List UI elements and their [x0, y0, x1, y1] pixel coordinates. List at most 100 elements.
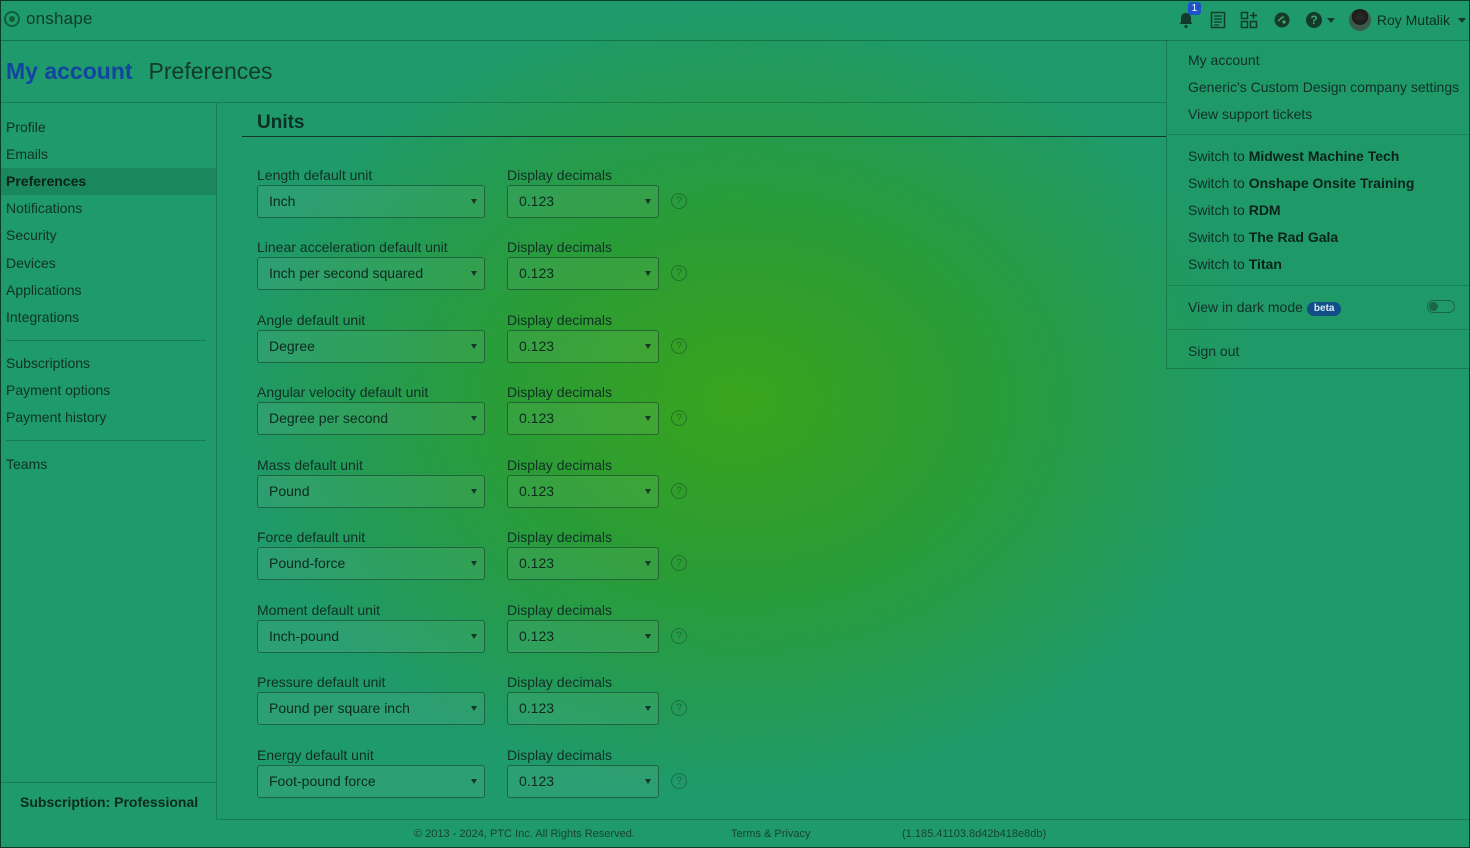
mass-decimals-select[interactable]: 0.123	[507, 475, 659, 508]
help-icon[interactable]: ?	[1303, 9, 1325, 31]
unit-label: Length default unit	[257, 167, 373, 183]
document-list-icon[interactable]	[1207, 9, 1229, 31]
decimals-label: Display decimals	[507, 602, 613, 618]
linear-acceleration-unit-select[interactable]: Inch per second squared	[257, 257, 485, 290]
decimals-label: Display decimals	[507, 312, 613, 328]
decimals-label: Display decimals	[507, 167, 613, 183]
dropdown-arrow-icon	[645, 561, 651, 566]
unit-label: Energy default unit	[257, 747, 374, 763]
help-icon[interactable]: ?	[671, 193, 687, 209]
help-icon[interactable]: ?	[671, 410, 687, 426]
dropdown-arrow-icon	[645, 271, 651, 276]
page-header: My account Preferences	[6, 58, 273, 85]
menu-item-switch-titan[interactable]: Switch to Titan	[1188, 256, 1282, 272]
menu-item-switch-onsite-training[interactable]: Switch to Onshape Onsite Training	[1188, 175, 1414, 191]
onshape-logo-icon	[4, 11, 20, 27]
menu-item-switch-midwest[interactable]: Switch to Midwest Machine Tech	[1188, 148, 1399, 164]
units-section-title: Units	[257, 112, 305, 133]
help-icon[interactable]: ?	[671, 700, 687, 716]
angle-decimals-select[interactable]: 0.123	[507, 330, 659, 363]
unit-row-force: Force default unit Display decimals Poun…	[0, 529, 760, 601]
sidebar-item-profile[interactable]: Profile	[0, 114, 216, 141]
angular-velocity-unit-select[interactable]: Degree per second	[257, 402, 485, 435]
select-value: Pound	[269, 483, 310, 499]
help-icon[interactable]: ?	[671, 773, 687, 789]
unit-row-linear-acceleration: Linear acceleration default unit Display…	[0, 239, 760, 311]
app-store-icon[interactable]	[1239, 9, 1261, 31]
switch-prefix: Switch to	[1188, 175, 1245, 191]
learning-center-icon[interactable]	[1271, 9, 1293, 31]
length-unit-select[interactable]: Inch	[257, 185, 485, 218]
onshape-logo[interactable]: onshape	[4, 9, 93, 29]
decimals-label: Display decimals	[507, 529, 613, 545]
select-value: Pound per square inch	[269, 700, 410, 716]
help-icon[interactable]: ?	[671, 338, 687, 354]
select-value: 0.123	[519, 555, 555, 571]
unit-row-pressure: Pressure default unit Display decimals P…	[0, 674, 760, 746]
top-bar: onshape 1 ? Roy Mutalik	[0, 0, 1470, 41]
linear-acceleration-decimals-select[interactable]: 0.123	[507, 257, 659, 290]
notification-count-badge: 1	[1187, 2, 1201, 15]
pressure-decimals-select[interactable]: 0.123	[507, 692, 659, 725]
beta-badge: beta	[1306, 302, 1342, 316]
unit-label: Mass default unit	[257, 457, 363, 473]
help-icon[interactable]: ?	[671, 628, 687, 644]
bell-icon[interactable]: 1	[1175, 2, 1201, 31]
dark-mode-toggle[interactable]	[1427, 300, 1455, 313]
pressure-unit-select[interactable]: Pound per square inch	[257, 692, 485, 725]
menu-item-my-account[interactable]: My account	[1188, 52, 1260, 68]
dropdown-arrow-icon	[471, 706, 477, 711]
select-value: 0.123	[519, 773, 555, 789]
energy-decimals-select[interactable]: 0.123	[507, 765, 659, 798]
angle-unit-select[interactable]: Degree	[257, 330, 485, 363]
switch-target: Titan	[1248, 256, 1282, 272]
user-dropdown-menu: My account Generic's Custom Design compa…	[1166, 40, 1470, 369]
help-menu-caret-icon[interactable]	[1326, 17, 1335, 23]
select-value: Foot-pound force	[269, 773, 376, 789]
sidebar-item-emails[interactable]: Emails	[0, 141, 216, 168]
force-unit-select[interactable]: Pound-force	[257, 547, 485, 580]
switch-target: RDM	[1248, 202, 1281, 218]
menu-item-dark-mode[interactable]: View in dark mode beta	[1188, 299, 1342, 316]
user-menu-button[interactable]: Roy Mutalik	[1348, 9, 1466, 31]
unit-label: Angular velocity default unit	[257, 384, 429, 400]
dropdown-arrow-icon	[471, 561, 477, 566]
dropdown-arrow-icon	[471, 779, 477, 784]
moment-decimals-select[interactable]: 0.123	[507, 620, 659, 653]
help-icon[interactable]: ?	[671, 483, 687, 499]
decimals-label: Display decimals	[507, 384, 613, 400]
switch-prefix: Switch to	[1188, 256, 1245, 272]
dropdown-arrow-icon	[471, 344, 477, 349]
angular-velocity-decimals-select[interactable]: 0.123	[507, 402, 659, 435]
menu-item-switch-rad-gala[interactable]: Switch to The Rad Gala	[1188, 229, 1338, 245]
decimals-label: Display decimals	[507, 747, 613, 763]
select-value: 0.123	[519, 338, 555, 354]
menu-item-support-tickets[interactable]: View support tickets	[1188, 106, 1312, 122]
switch-target: The Rad Gala	[1248, 229, 1339, 245]
length-decimals-select[interactable]: 0.123	[507, 185, 659, 218]
footer-terms-link[interactable]: Terms & Privacy	[731, 828, 810, 840]
decimals-label: Display decimals	[507, 457, 613, 473]
moment-unit-select[interactable]: Inch-pound	[257, 620, 485, 653]
help-icon[interactable]: ?	[671, 265, 687, 281]
menu-item-switch-rdm[interactable]: Switch to RDM	[1188, 202, 1281, 218]
dropdown-arrow-icon	[645, 706, 651, 711]
select-value: Inch per second squared	[269, 265, 424, 281]
unit-row-length: Length default unit Display decimals Inc…	[0, 167, 760, 239]
switch-prefix: Switch to	[1188, 229, 1245, 245]
unit-label: Pressure default unit	[257, 674, 386, 690]
page-subtitle: Preferences	[148, 58, 273, 84]
mass-unit-select[interactable]: Pound	[257, 475, 485, 508]
unit-label: Force default unit	[257, 529, 366, 545]
menu-item-company-settings[interactable]: Generic's Custom Design company settings	[1188, 79, 1459, 95]
page-title: My account	[6, 58, 133, 84]
menu-divider	[1167, 285, 1470, 286]
menu-item-sign-out[interactable]: Sign out	[1188, 343, 1239, 359]
help-icon[interactable]: ?	[671, 555, 687, 571]
select-value: Inch	[269, 193, 296, 209]
force-decimals-select[interactable]: 0.123	[507, 547, 659, 580]
decimals-label: Display decimals	[507, 674, 613, 690]
dropdown-arrow-icon	[645, 199, 651, 204]
energy-unit-select[interactable]: Foot-pound force	[257, 765, 485, 798]
menu-divider	[1167, 134, 1470, 135]
